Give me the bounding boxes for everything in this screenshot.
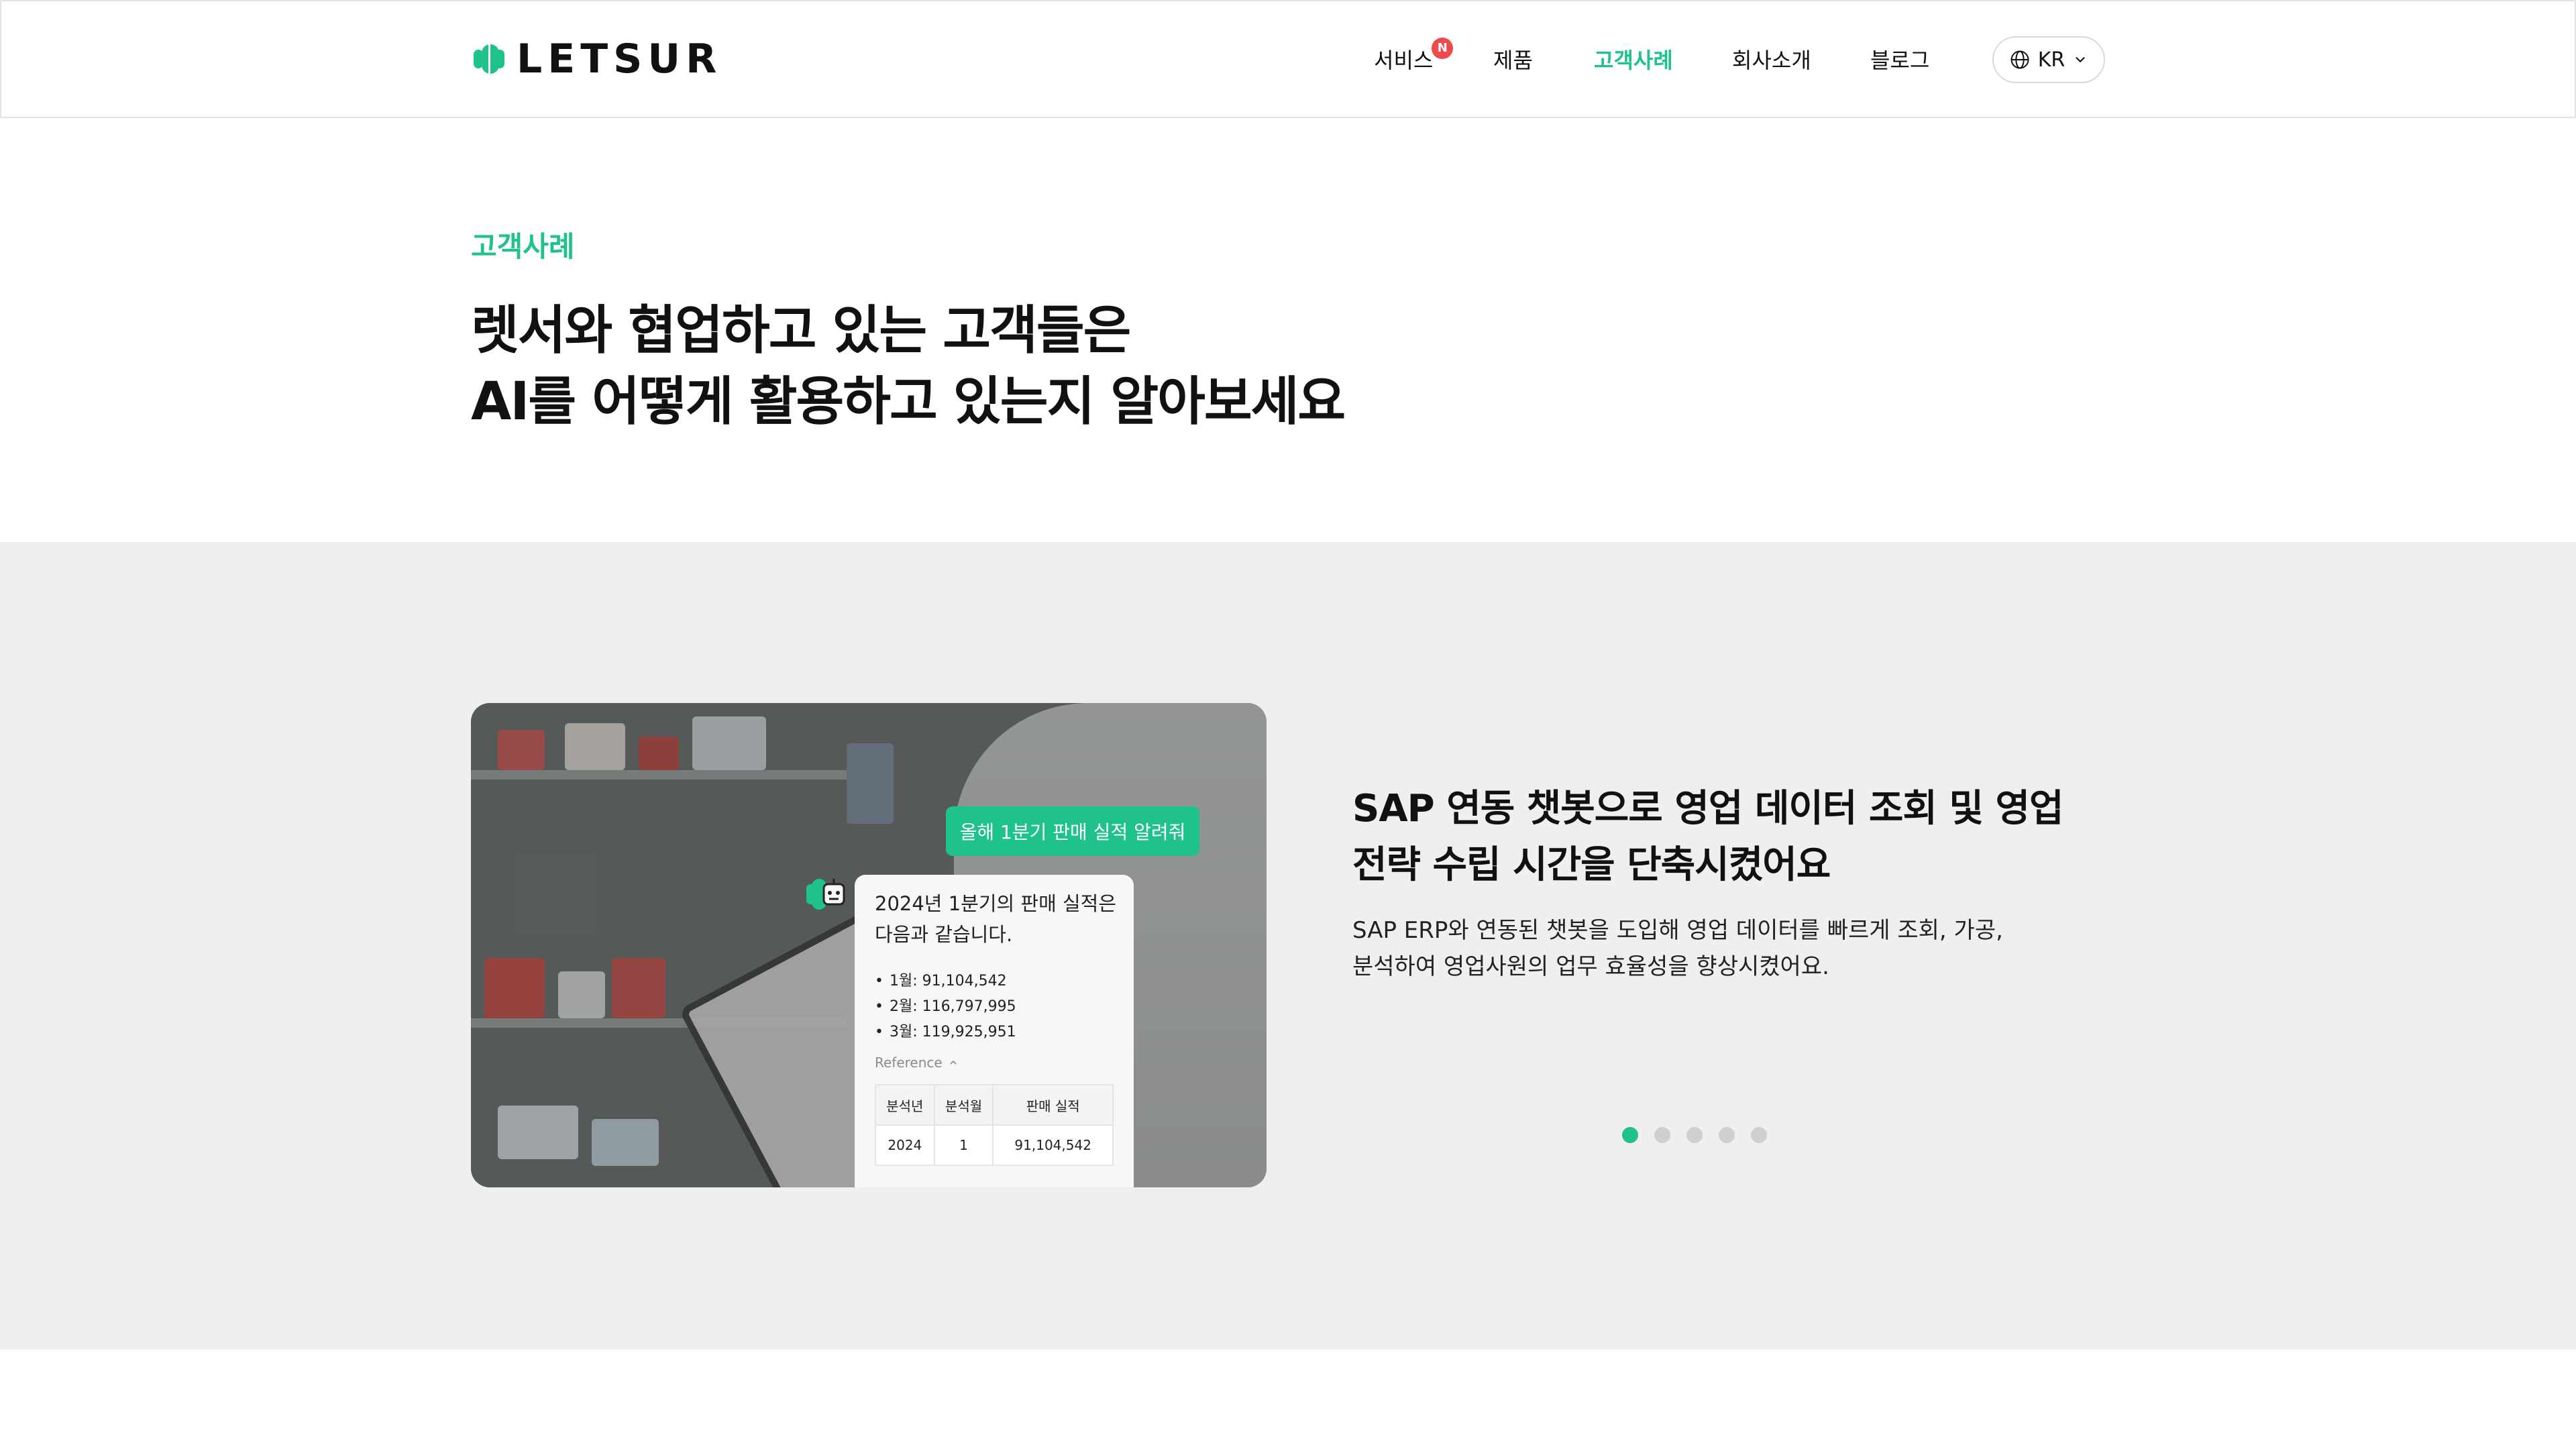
chatbot-response-card: 2024년 1분기의 판매 실적은 다음과 같습니다. 1월: 91,104,5… bbox=[855, 875, 1134, 1187]
nav-item-label: 블로그 bbox=[1870, 48, 1930, 73]
table-cell: 2024 bbox=[875, 1124, 935, 1166]
user-message-bubble: 올해 1분기 판매 실적 알려줘 bbox=[946, 806, 1199, 856]
carousel-dot[interactable] bbox=[1751, 1127, 1767, 1143]
carousel-pagination bbox=[1622, 1127, 1767, 1143]
nav-item-case-studies[interactable]: 고객사례 bbox=[1594, 42, 1673, 79]
table-header-row: 분석년 분석월 판매 실적 bbox=[875, 1084, 1114, 1126]
page-title: 렛서와 협업하고 있는 고객들은 AI를 어떻게 활용하고 있는지 알아보세요 bbox=[471, 295, 1346, 437]
chevron-down-icon bbox=[2076, 57, 2085, 62]
carousel-dot[interactable] bbox=[1654, 1127, 1670, 1143]
nav-item-label: 서비스 bbox=[1374, 48, 1434, 73]
nav-item-label: 제품 bbox=[1493, 48, 1533, 73]
table-cell: 1 bbox=[933, 1124, 994, 1166]
list-item: 3월: 119,925,951 bbox=[875, 1020, 1114, 1045]
new-badge: N bbox=[1432, 38, 1454, 59]
table-header-cell: 분석월 bbox=[933, 1084, 994, 1126]
nav-item-label: 고객사례 bbox=[1594, 48, 1673, 73]
carousel-dot[interactable] bbox=[1686, 1127, 1703, 1143]
reference-toggle[interactable]: Reference bbox=[875, 1055, 1114, 1071]
case-study-carousel: 올해 1분기 판매 실적 알려줘 2024년 1분기의 판매 실적은 다음과 같… bbox=[0, 542, 2576, 1350]
section-eyebrow: 고객사례 bbox=[471, 230, 575, 263]
nav-item-label: 회사소개 bbox=[1732, 48, 1811, 73]
bot-message-line: 2024년 1분기의 판매 실적은 bbox=[875, 892, 1117, 915]
case-study-description: SAP ERP와 연동된 챗봇을 도입해 영업 데이터를 빠르게 조회, 가공,… bbox=[1352, 912, 2003, 985]
carousel-dot[interactable] bbox=[1719, 1127, 1735, 1143]
list-item: 1월: 91,104,542 bbox=[875, 969, 1114, 994]
case-study-title: SAP 연동 챗봇으로 영업 데이터 조회 및 영업 전략 수립 시간을 단축시… bbox=[1352, 781, 2064, 894]
table-cell: 91,104,542 bbox=[992, 1124, 1114, 1166]
case-desc-line: SAP ERP와 연동된 챗봇을 도입해 영업 데이터를 빠르게 조회, 가공, bbox=[1352, 917, 2003, 944]
sales-list: 1월: 91,104,542 2월: 116,797,995 3월: 119,9… bbox=[875, 969, 1114, 1045]
main-nav: 서비스 N 제품 고객사례 회사소개 블로그 bbox=[1, 38, 2575, 79]
page-title-line: 렛서와 협업하고 있는 고객들은 bbox=[471, 301, 1131, 361]
table-header-cell: 분석년 bbox=[875, 1084, 935, 1126]
table-header-cell: 판매 실적 bbox=[992, 1084, 1114, 1126]
case-title-line: SAP 연동 챗봇으로 영업 데이터 조회 및 영업 bbox=[1352, 787, 2064, 830]
case-study-image: 올해 1분기 판매 실적 알려줘 2024년 1분기의 판매 실적은 다음과 같… bbox=[471, 703, 1267, 1187]
globe-icon bbox=[2010, 50, 2029, 69]
reference-label: Reference bbox=[875, 1055, 943, 1071]
carousel-dot[interactable] bbox=[1622, 1127, 1638, 1143]
table-row: 2024 1 91,104,542 bbox=[875, 1124, 1114, 1166]
nav-item-services[interactable]: 서비스 N bbox=[1374, 38, 1454, 79]
case-title-line: 전략 수립 시간을 단축시켰어요 bbox=[1352, 843, 1831, 887]
nav-item-products[interactable]: 제품 bbox=[1493, 42, 1533, 79]
chatbot-avatar-icon bbox=[806, 879, 845, 910]
reference-table: 분석년 분석월 판매 실적 2024 1 91,104,542 bbox=[875, 1084, 1114, 1166]
chevron-up-icon bbox=[950, 1060, 957, 1065]
language-selector[interactable]: KR bbox=[1992, 36, 2105, 83]
list-item: 2월: 116,797,995 bbox=[875, 994, 1114, 1020]
bot-message-line: 다음과 같습니다. bbox=[875, 923, 1013, 946]
nav-item-blog[interactable]: 블로그 bbox=[1870, 42, 1929, 79]
language-label: KR bbox=[2037, 48, 2065, 72]
site-header: LETSUR 서비스 N 제품 고객사례 회사소개 블로그 KR bbox=[0, 0, 2576, 118]
page-title-line: AI를 어떻게 활용하고 있는지 알아보세요 bbox=[471, 372, 1346, 432]
case-desc-line: 분석하여 영업사원의 업무 효율성을 향상시켰어요. bbox=[1352, 953, 1829, 980]
nav-item-about[interactable]: 회사소개 bbox=[1732, 42, 1811, 79]
